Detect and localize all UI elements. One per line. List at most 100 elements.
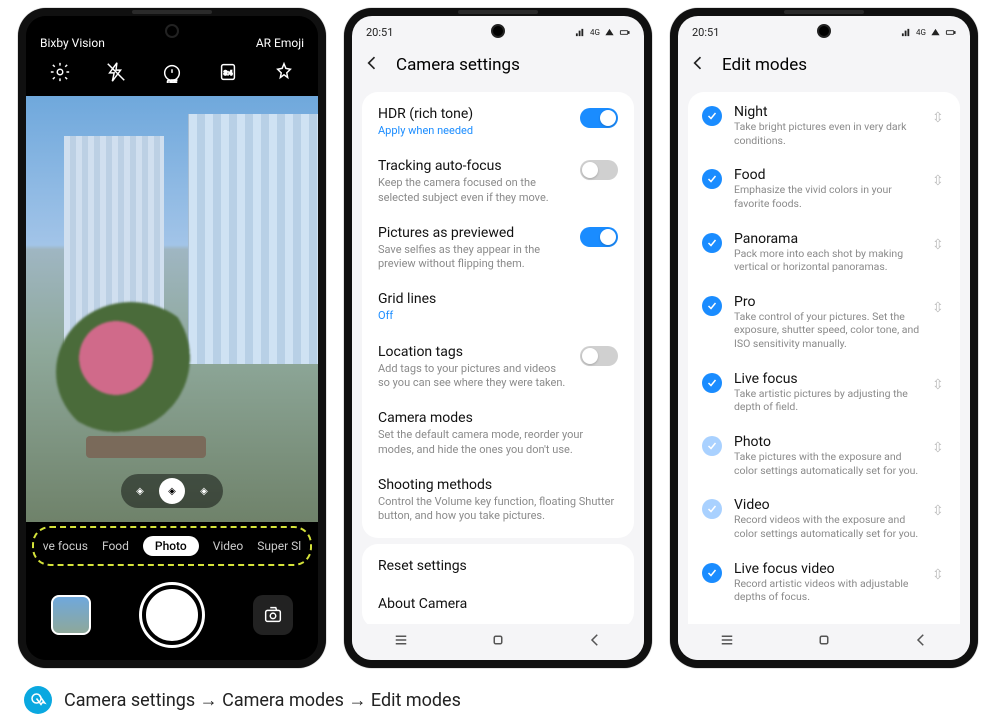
- setting-title: Location tags: [378, 344, 568, 360]
- mode-photo[interactable]: PhotoTake pictures with the exposure and…: [688, 424, 960, 487]
- setting-title: Reset settings: [378, 558, 467, 574]
- nav-home-icon[interactable]: [815, 631, 833, 653]
- setting-subtitle: Off: [378, 309, 618, 323]
- zoom-1x-icon[interactable]: ◈: [159, 478, 185, 504]
- mode-super-slowmo[interactable]: Super Sl: [257, 539, 301, 553]
- mode-subtitle: Take pictures with the exposure and colo…: [734, 450, 920, 477]
- punch-hole: [491, 24, 505, 38]
- mode-video[interactable]: Video: [213, 539, 244, 553]
- checkmark-icon[interactable]: [702, 233, 722, 253]
- setting-reset-settings[interactable]: Reset settings: [362, 548, 634, 586]
- back-icon[interactable]: [688, 53, 708, 78]
- setting-shooting-methods[interactable]: Shooting methodsControl the Volume key f…: [362, 467, 634, 534]
- checkmark-icon[interactable]: [702, 169, 722, 189]
- camera-mode-strip[interactable]: ve focus Food Photo Video Super Sl: [32, 526, 312, 566]
- camera-viewfinder[interactable]: ◈ ◈ ◈: [26, 96, 318, 522]
- phone-camera: Bixby Vision AR Emoji OFF 3:4 ◈ ◈ ◈ ve f…: [18, 8, 326, 668]
- setting-title: Camera modes: [378, 410, 618, 426]
- setting-pictures-as-previewed[interactable]: Pictures as previewedSave selfies as the…: [362, 215, 634, 282]
- checkmark-icon[interactable]: [702, 499, 722, 519]
- mode-title: Video: [734, 497, 920, 513]
- zoom-tele-icon[interactable]: ◈: [191, 478, 217, 504]
- setting-subtitle: Control the Volume key function, floatin…: [378, 495, 618, 524]
- back-icon[interactable]: [362, 53, 382, 78]
- mode-subtitle: Take control of your pictures. Set the e…: [734, 310, 920, 351]
- mode-subtitle: Emphasize the vivid colors in your favor…: [734, 183, 920, 210]
- setting-subtitle: Apply when needed: [378, 124, 568, 138]
- nav-recents-icon[interactable]: [392, 631, 410, 653]
- nav-back-icon[interactable]: [586, 631, 604, 653]
- mode-panorama[interactable]: PanoramaPack more into each shot by maki…: [688, 221, 960, 284]
- filters-icon[interactable]: [273, 61, 295, 87]
- reorder-handle-icon[interactable]: ⇳: [932, 503, 946, 519]
- toggle[interactable]: [580, 227, 618, 247]
- mode-pro[interactable]: ProTake control of your pictures. Set th…: [688, 284, 960, 361]
- setting-subtitle: Add tags to your pictures and videos so …: [378, 362, 568, 391]
- toggle[interactable]: [580, 160, 618, 180]
- mode-live-focus[interactable]: Live focusTake artistic pictures by adju…: [688, 361, 960, 424]
- setting-title: About Camera: [378, 596, 467, 612]
- mode-subtitle: Record videos with the exposure and colo…: [734, 513, 920, 540]
- nav-home-icon[interactable]: [489, 631, 507, 653]
- shutter-button[interactable]: [142, 585, 202, 645]
- setting-hdr-rich-tone-[interactable]: HDR (rich tone) Apply when needed: [362, 96, 634, 148]
- reorder-handle-icon[interactable]: ⇳: [932, 110, 946, 126]
- status-time: 20:51: [366, 26, 393, 39]
- mode-title: Live focus video: [734, 561, 920, 577]
- ar-emoji-link[interactable]: AR Emoji: [256, 36, 304, 50]
- gallery-thumbnail[interactable]: [51, 595, 91, 635]
- setting-grid-lines[interactable]: Grid lines Off: [362, 281, 634, 333]
- setting-title: Grid lines: [378, 291, 618, 307]
- switch-camera-button[interactable]: [253, 595, 293, 635]
- punch-hole: [165, 24, 179, 38]
- nav-recents-icon[interactable]: [718, 631, 736, 653]
- settings-gear-icon[interactable]: [49, 61, 71, 87]
- mode-title: Food: [734, 167, 920, 183]
- page-title: Camera settings: [396, 55, 520, 75]
- flash-off-icon[interactable]: [105, 61, 127, 87]
- mode-live-focus-video[interactable]: Live focus videoRecord artistic videos w…: [688, 551, 960, 614]
- mode-subtitle: Pack more into each shot by making verti…: [734, 247, 920, 274]
- aspect-ratio-icon[interactable]: 3:4: [217, 61, 239, 87]
- mode-subtitle: Take bright pictures even in very dark c…: [734, 120, 920, 147]
- mode-night[interactable]: NightTake bright pictures even in very d…: [688, 94, 960, 157]
- setting-about-camera[interactable]: About Camera: [362, 586, 634, 624]
- setting-subtitle: Save selfies as they appear in the previ…: [378, 243, 568, 272]
- checkmark-icon[interactable]: [702, 563, 722, 583]
- zoom-selector[interactable]: ◈ ◈ ◈: [121, 474, 223, 508]
- reorder-handle-icon[interactable]: ⇳: [932, 173, 946, 189]
- reorder-handle-icon[interactable]: ⇳: [932, 567, 946, 583]
- checkmark-icon[interactable]: [702, 373, 722, 393]
- mode-photo[interactable]: Photo: [143, 536, 199, 556]
- mode-title: Live focus: [734, 371, 920, 387]
- reorder-handle-icon[interactable]: ⇳: [932, 440, 946, 456]
- tap-icon: [24, 686, 52, 714]
- mode-live-focus[interactable]: ve focus: [43, 539, 88, 553]
- checkmark-icon[interactable]: [702, 296, 722, 316]
- caption: Camera settings → Camera modes → Edit mo…: [24, 686, 461, 714]
- toggle[interactable]: [580, 108, 618, 128]
- svg-text:OFF: OFF: [167, 80, 177, 83]
- reorder-handle-icon[interactable]: ⇳: [932, 300, 946, 316]
- caption-text: Camera settings → Camera modes → Edit mo…: [64, 690, 461, 711]
- setting-tracking-auto-focus[interactable]: Tracking auto-focus Keep the camera focus…: [362, 148, 634, 215]
- nav-back-icon[interactable]: [912, 631, 930, 653]
- zoom-wide-icon[interactable]: ◈: [127, 478, 153, 504]
- timer-off-icon[interactable]: OFF: [161, 61, 183, 87]
- toggle[interactable]: [580, 346, 618, 366]
- reorder-handle-icon[interactable]: ⇳: [932, 377, 946, 393]
- mode-video[interactable]: VideoRecord videos with the exposure and…: [688, 487, 960, 550]
- status-time: 20:51: [692, 26, 719, 39]
- mode-food[interactable]: Food: [102, 539, 129, 553]
- mode-super-slow-mo[interactable]: Super Slow-moCapture the action in your …: [688, 614, 960, 624]
- bixby-vision-link[interactable]: Bixby Vision: [40, 36, 105, 50]
- setting-location-tags[interactable]: Location tags Add tags to your pictures a…: [362, 334, 634, 401]
- checkmark-icon[interactable]: [702, 106, 722, 126]
- reorder-handle-icon[interactable]: ⇳: [932, 237, 946, 253]
- checkmark-icon[interactable]: [702, 436, 722, 456]
- setting-camera-modes[interactable]: Camera modesSet the default camera mode,…: [362, 400, 634, 467]
- setting-title: Tracking auto-focus: [378, 158, 568, 174]
- setting-subtitle: Keep the camera focused on the selected …: [378, 176, 568, 205]
- setting-title: HDR (rich tone): [378, 106, 568, 122]
- mode-food[interactable]: FoodEmphasize the vivid colors in your f…: [688, 157, 960, 220]
